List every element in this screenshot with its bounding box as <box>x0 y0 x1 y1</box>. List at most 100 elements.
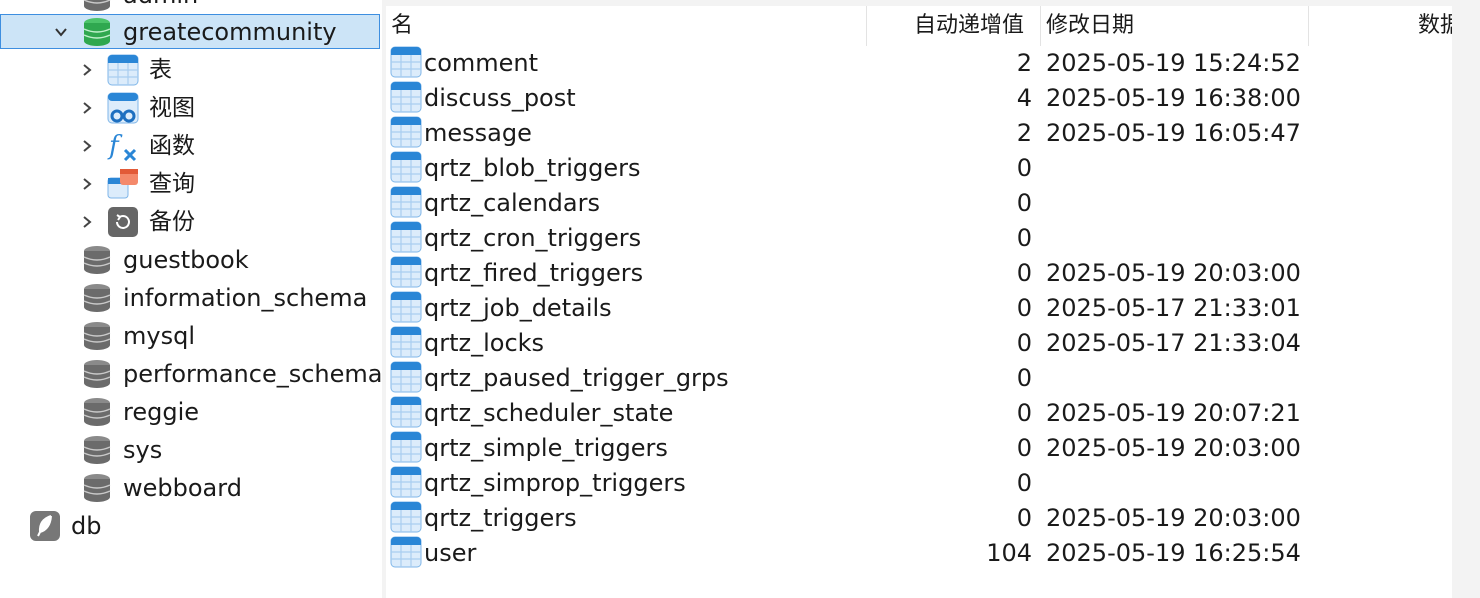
table-name-cell: comment <box>424 49 539 77</box>
tree-db-label: performance_schema <box>123 360 382 388</box>
tree-group-function[interactable]: f 函数 <box>0 127 380 165</box>
tree-db-item[interactable]: information_schema <box>82 279 380 317</box>
table-icon <box>390 431 422 467</box>
table-icon <box>390 291 422 327</box>
table-row[interactable]: qrtz_paused_trigger_grps 0 <box>386 361 1452 396</box>
query-icon <box>107 168 139 204</box>
tree-group-backup[interactable]: 备份 <box>0 203 380 241</box>
view-icon <box>107 92 139 128</box>
table-name-cell: qrtz_simprop_triggers <box>424 469 686 497</box>
column-separator[interactable] <box>1040 6 1041 46</box>
tree-group-view[interactable]: 视图 <box>0 89 380 127</box>
table-icon <box>390 466 422 502</box>
tree-group-label: 表 <box>149 57 172 83</box>
modified-date-cell: 2025-05-19 20:03:00 <box>1046 259 1301 287</box>
table-row[interactable]: comment 2 2025-05-19 15:24:52 <box>386 46 1452 81</box>
column-header-auto-increment[interactable]: 自动递增值 <box>914 6 1024 46</box>
modified-date-cell: 2025-05-19 16:05:47 <box>1046 119 1301 147</box>
tree-db-label: admin <box>123 0 198 14</box>
modified-date-cell: 2025-05-19 20:03:00 <box>1046 434 1301 462</box>
table-row[interactable]: qrtz_calendars 0 <box>386 186 1452 221</box>
tree-db-item[interactable]: webboard <box>82 469 380 507</box>
tree-db-item[interactable]: performance_schema <box>82 355 382 393</box>
tree-group-query[interactable]: 查询 <box>0 165 380 203</box>
tree-db-label: guestbook <box>123 246 249 274</box>
table-name-cell: qrtz_triggers <box>424 504 577 532</box>
table-icon <box>390 536 422 572</box>
table-row[interactable]: qrtz_triggers 0 2025-05-19 20:03:00 <box>386 501 1452 536</box>
database-icon-active <box>82 17 112 51</box>
chevron-right-icon[interactable] <box>80 215 94 229</box>
auto-increment-cell: 0 <box>1016 399 1032 427</box>
chevron-right-icon[interactable] <box>80 177 94 191</box>
navigator-tree: admin greatecommunity 表视图 f 函数查询备份 guestbo… <box>0 0 382 598</box>
auto-increment-cell: 0 <box>1016 224 1032 252</box>
table-row[interactable]: qrtz_cron_triggers 0 <box>386 221 1452 256</box>
chevron-down-icon[interactable] <box>54 25 68 39</box>
auto-increment-cell: 2 <box>1016 49 1032 77</box>
database-icon <box>82 283 112 317</box>
table-row[interactable]: qrtz_simprop_triggers 0 <box>386 466 1452 501</box>
table-row[interactable]: user 104 2025-05-19 16:25:54 <box>386 536 1452 571</box>
auto-increment-cell: 0 <box>1016 329 1032 357</box>
auto-increment-cell: 0 <box>1016 189 1032 217</box>
column-separator[interactable] <box>1308 6 1309 46</box>
database-icon <box>82 473 112 507</box>
tree-db-item[interactable]: guestbook <box>82 241 380 279</box>
tree-db-item[interactable]: sys <box>82 431 380 469</box>
table-row[interactable]: qrtz_fired_triggers 0 2025-05-19 20:03:00 <box>386 256 1452 291</box>
tree-db-item[interactable]: mysql <box>82 317 380 355</box>
column-header-modified-date[interactable]: 修改日期 <box>1046 6 1134 46</box>
auto-increment-cell: 2 <box>1016 119 1032 147</box>
table-name-cell: user <box>424 539 477 567</box>
database-icon <box>82 435 112 469</box>
table-icon <box>390 116 422 152</box>
auto-increment-cell: 0 <box>1016 259 1032 287</box>
table-icon <box>390 151 422 187</box>
table-row[interactable]: discuss_post 4 2025-05-19 16:38:00 <box>386 81 1452 116</box>
column-separator[interactable] <box>866 6 867 46</box>
table-name-cell: message <box>424 119 532 147</box>
chevron-right-icon[interactable] <box>80 63 94 77</box>
tree-db-label: mysql <box>123 322 195 350</box>
tree-db-label: webboard <box>123 474 242 502</box>
tree-group-table[interactable]: 表 <box>0 51 380 89</box>
table-row[interactable]: qrtz_blob_triggers 0 <box>386 151 1452 186</box>
column-header-data[interactable]: 数据 <box>1418 6 1452 46</box>
auto-increment-cell: 4 <box>1016 84 1032 112</box>
chevron-right-icon[interactable] <box>80 139 94 153</box>
modified-date-cell: 2025-05-19 20:03:00 <box>1046 504 1301 532</box>
tree-group-label: 查询 <box>149 171 195 197</box>
table-icon <box>390 81 422 117</box>
modified-date-cell: 2025-05-19 20:07:21 <box>1046 399 1301 427</box>
table-name-cell: qrtz_scheduler_state <box>424 399 674 427</box>
table-row[interactable]: qrtz_simple_triggers 0 2025-05-19 20:03:00 <box>386 431 1452 466</box>
table-name-cell: qrtz_fired_triggers <box>424 259 644 287</box>
tree-group-label: 备份 <box>149 209 195 235</box>
modified-date-cell: 2025-05-17 21:33:01 <box>1046 294 1301 322</box>
table-row[interactable]: qrtz_job_details 0 2025-05-17 21:33:01 <box>386 291 1452 326</box>
table-icon <box>390 326 422 362</box>
auto-increment-cell: 104 <box>986 539 1032 567</box>
auto-increment-cell: 0 <box>1016 294 1032 322</box>
modified-date-cell: 2025-05-19 16:38:00 <box>1046 84 1301 112</box>
table-row[interactable]: qrtz_scheduler_state 0 2025-05-19 20:07:21 <box>386 396 1452 431</box>
tree-group-label: 视图 <box>149 95 195 121</box>
table-name-cell: qrtz_cron_triggers <box>424 224 642 252</box>
function-icon: f <box>107 130 139 166</box>
tree-db-label: sys <box>123 436 163 464</box>
auto-increment-cell: 0 <box>1016 364 1032 392</box>
tree-db-item[interactable]: reggie <box>82 393 380 431</box>
tree-db-label: information_schema <box>123 284 368 312</box>
table-name-cell: qrtz_job_details <box>424 294 612 322</box>
table-icon <box>390 46 422 82</box>
svg-text:f: f <box>107 131 123 161</box>
tree-db-label: reggie <box>123 398 200 426</box>
column-header-name[interactable]: 名 <box>391 6 413 46</box>
chevron-right-icon[interactable] <box>80 101 94 115</box>
table-row[interactable]: qrtz_locks 0 2025-05-17 21:33:04 <box>386 326 1452 361</box>
table-icon <box>390 256 422 292</box>
table-row[interactable]: message 2 2025-05-19 16:05:47 <box>386 116 1452 151</box>
table-icon <box>107 54 139 90</box>
table-name-cell: qrtz_paused_trigger_grps <box>424 364 729 392</box>
